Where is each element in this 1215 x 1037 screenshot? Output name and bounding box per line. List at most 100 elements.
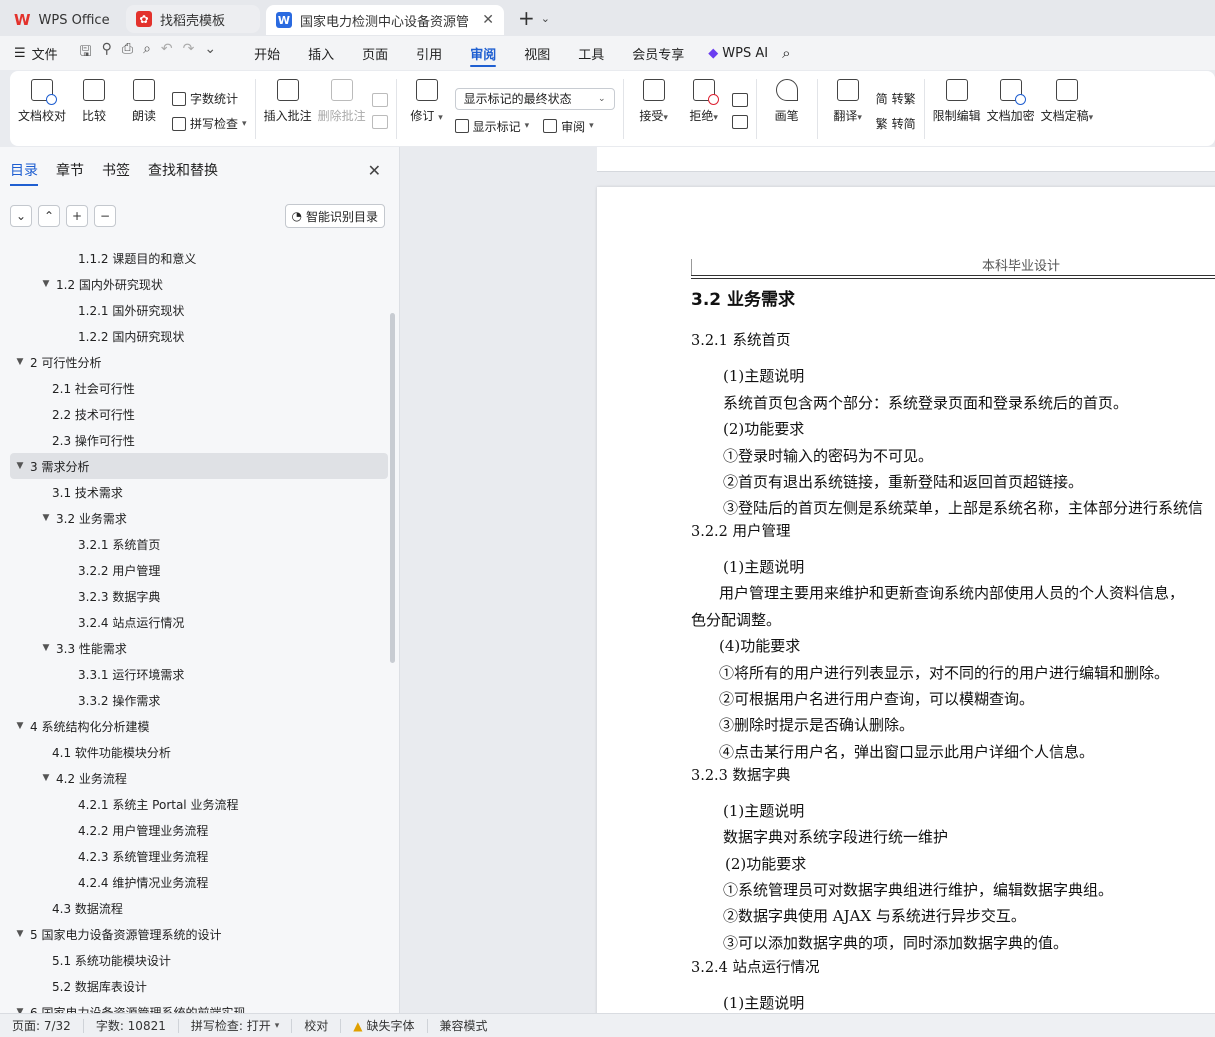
toc-expand-arrow-icon[interactable]: ▼ (14, 461, 26, 471)
encrypt-button[interactable]: 文档加密 (987, 79, 1035, 139)
toc-item[interactable]: ▼ 1.2 国内外研究现状 (10, 271, 388, 297)
toc-item[interactable]: 4.2.1 系统主 Portal 业务流程 (10, 791, 388, 817)
review-pane-button[interactable]: 审阅 ▾ (543, 118, 594, 135)
more-icon[interactable]: ⌄ (204, 41, 216, 65)
toc-item[interactable]: 3.2.2 用户管理 (10, 557, 388, 583)
to-simplified-button[interactable]: 繁转简 (876, 115, 916, 132)
compare-button[interactable]: 比较 (72, 79, 116, 139)
toc-item[interactable]: 3.2.3 数据字典 (10, 583, 388, 609)
pen-button[interactable]: 画笔 (765, 79, 809, 139)
show-markup-button[interactable]: 显示标记 ▾ (454, 118, 529, 135)
toc-item[interactable]: 2.3 操作可行性 (10, 427, 388, 453)
nav-tab-chapters[interactable]: 章节 (56, 160, 84, 180)
prev-comment-icon[interactable] (371, 93, 388, 107)
redo-icon[interactable]: ↷ (183, 41, 195, 65)
menu-tab-view[interactable]: 视图 (510, 36, 564, 70)
menu-tab-references[interactable]: 引用 (402, 36, 456, 70)
toc-item[interactable]: ▼ 2 可行性分析 (10, 349, 388, 375)
toc-item[interactable]: 4.2.4 维护情况业务流程 (10, 869, 388, 895)
toc-scrollbar[interactable] (390, 313, 395, 663)
toc-expand-arrow-icon[interactable]: ▼ (14, 929, 26, 939)
insert-comment-button[interactable]: 插入批注 (264, 79, 312, 139)
close-tab-icon[interactable]: ✕ (482, 12, 494, 28)
toc-item[interactable]: 3.3.1 运行环境需求 (10, 661, 388, 687)
menu-tab-home[interactable]: 开始 (240, 36, 294, 70)
toc-item[interactable]: ▼ 5 国家电力设备资源管理系统的设计 (10, 921, 388, 947)
new-tab-icon[interactable]: + (518, 6, 535, 30)
menu-tab-page[interactable]: 页面 (348, 36, 402, 70)
toc-item[interactable]: 3.2.1 系统首页 (10, 531, 388, 557)
toc-item[interactable]: 2.2 技术可行性 (10, 401, 388, 427)
toc-item[interactable]: 1.1.2 课题目的和意义 (10, 245, 388, 271)
spell-check-status[interactable]: 拼写检查: 打开 ▾ (179, 1018, 293, 1033)
toc-item[interactable]: 4.1 软件功能模块分析 (10, 739, 388, 765)
toc-expand-arrow-icon[interactable]: ▼ (14, 357, 26, 367)
to-traditional-button[interactable]: 简转繁 (876, 90, 916, 107)
spell-check-button[interactable]: 拼写检查 ▾ (172, 115, 247, 132)
page-indicator[interactable]: 页面: 7/32 (0, 1018, 84, 1033)
nav-tab-toc[interactable]: 目录 (10, 160, 38, 186)
toc-item[interactable]: 5.1 系统功能模块设计 (10, 947, 388, 973)
markup-state-select[interactable]: 显示标记的最终状态 ⌄ (454, 87, 615, 110)
toc-item[interactable]: 1.2.1 国外研究现状 (10, 297, 388, 323)
menu-tab-member[interactable]: 会员专享 (618, 36, 698, 70)
collapse-icon[interactable]: ⌃ (38, 205, 60, 227)
undo-icon[interactable]: ↶ (161, 41, 173, 65)
missing-font-status[interactable]: ▲ 缺失字体 (341, 1018, 428, 1033)
menu-tab-review[interactable]: 审阅 (456, 36, 510, 70)
toc-item[interactable]: ▼ 4 系统结构化分析建模 (10, 713, 388, 739)
menu-tab-insert[interactable]: 插入 (294, 36, 348, 70)
toc-expand-arrow-icon[interactable]: ▼ (40, 773, 52, 783)
proof-status[interactable]: 校对 (292, 1018, 342, 1033)
delete-comment-button[interactable]: 删除批注 (318, 79, 366, 139)
close-icon[interactable]: ✕ (368, 161, 381, 180)
toc-expand-arrow-icon[interactable]: ▼ (40, 279, 52, 289)
toc-item[interactable]: ▼ 3.2 业务需求 (10, 505, 388, 531)
toc-expand-arrow-icon[interactable]: ▼ (40, 643, 52, 653)
next-comment-icon[interactable] (371, 115, 388, 129)
remove-heading-icon[interactable]: − (94, 205, 116, 227)
tab-document[interactable]: W 国家电力检测中心设备资源管理 ✕ (266, 5, 504, 35)
reject-button[interactable]: 拒绝▾ (682, 79, 726, 139)
toc-item[interactable]: 3.1 技术需求 (10, 479, 388, 505)
wps-ai-button[interactable]: ◆ WPS AI (708, 46, 768, 61)
toc-item[interactable]: 4.2.3 系统管理业务流程 (10, 843, 388, 869)
doc-check-button[interactable]: 文档校对 (18, 79, 66, 139)
search-icon[interactable]: ⌕ (782, 44, 790, 62)
print-preview-icon[interactable]: ⌕ (143, 41, 151, 65)
toc-item[interactable]: 2.1 社会可行性 (10, 375, 388, 401)
translate-button[interactable]: 翻译▾ (826, 79, 870, 139)
document-page[interactable]: 本科毕业设计 3.2 业务需求 3.2.1 系统首页 (1)主题说明 系统首页包含两个… (597, 187, 1215, 1013)
track-changes-button[interactable]: 修订 ▾ (405, 79, 449, 139)
next-change-icon[interactable] (731, 115, 748, 129)
nav-tab-find-replace[interactable]: 查找和替换 (148, 160, 218, 180)
toc-expand-arrow-icon[interactable]: ▼ (40, 513, 52, 523)
smart-toc-button[interactable]: ◔ 智能识别目录 (284, 204, 385, 228)
accept-button[interactable]: 接受▾ (632, 79, 676, 139)
toc-item[interactable]: 3.3.2 操作需求 (10, 687, 388, 713)
toc-item[interactable]: 4.2.2 用户管理业务流程 (10, 817, 388, 843)
share-icon[interactable]: ⚲ (102, 41, 112, 65)
toc-item[interactable]: ▼ 3.3 性能需求 (10, 635, 388, 661)
restrict-edit-button[interactable]: 限制编辑 (933, 79, 981, 139)
toc-item[interactable]: 5.2 数据库表设计 (10, 973, 388, 999)
save-icon[interactable]: 🖫 (80, 41, 92, 65)
word-count-button[interactable]: 字数统计 (172, 90, 247, 107)
toc-expand-arrow-icon[interactable]: ▼ (14, 721, 26, 731)
nav-tab-bookmarks[interactable]: 书签 (102, 160, 130, 180)
menu-tab-tools[interactable]: 工具 (564, 36, 618, 70)
finalize-button[interactable]: 文档定稿▾ (1041, 79, 1093, 139)
toc-item[interactable]: ▼ 4.2 业务流程 (10, 765, 388, 791)
chevron-down-icon[interactable]: ⌄ (541, 12, 550, 25)
file-menu[interactable]: ☰ 文件 (14, 44, 58, 63)
prev-change-icon[interactable] (731, 93, 748, 107)
tab-template[interactable]: ✿ 找稻壳模板 (126, 5, 260, 33)
toc-item[interactable]: ▼ 3 需求分析 (10, 453, 388, 479)
read-aloud-button[interactable]: 朗读 (122, 79, 166, 139)
expand-icon[interactable]: ⌄ (10, 205, 32, 227)
add-heading-icon[interactable]: + (66, 205, 88, 227)
toc-item[interactable]: 3.2.4 站点运行情况 (10, 609, 388, 635)
toc-item[interactable]: 1.2.2 国内研究现状 (10, 323, 388, 349)
tab-wps-office[interactable]: W WPS Office (4, 5, 122, 35)
toc-item[interactable]: 4.3 数据流程 (10, 895, 388, 921)
